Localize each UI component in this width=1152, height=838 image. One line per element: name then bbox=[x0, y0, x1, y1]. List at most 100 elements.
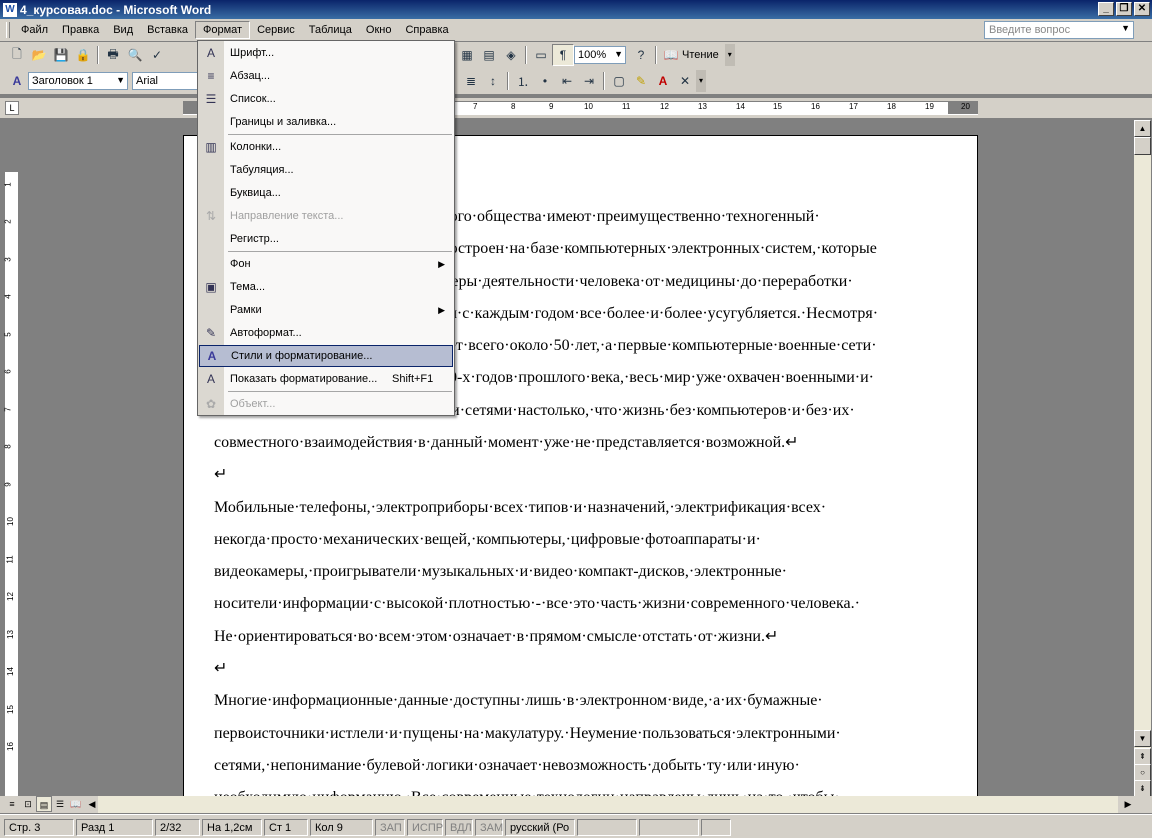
menu-item-borders[interactable]: Границы и заливка... bbox=[199, 111, 453, 133]
scroll-right-icon[interactable]: ▶ bbox=[1120, 796, 1136, 812]
status-rec[interactable]: ЗАП bbox=[375, 819, 405, 836]
browse-object-icon[interactable]: ○ bbox=[1134, 764, 1151, 781]
reading-button[interactable]: Чтение bbox=[682, 49, 719, 61]
insert-table-icon[interactable]: ▦ bbox=[456, 44, 478, 66]
menu-item-text-direction[interactable]: ⇅ Направление текста... bbox=[199, 205, 453, 227]
new-document-icon[interactable]: 🗋 bbox=[6, 44, 28, 66]
print-preview-icon[interactable]: 🔍 bbox=[124, 44, 146, 66]
menu-help[interactable]: Справка bbox=[398, 22, 455, 38]
save-icon[interactable]: 💾 bbox=[50, 44, 72, 66]
menu-format[interactable]: Формат bbox=[195, 21, 251, 39]
close-button[interactable]: ✕ bbox=[1134, 2, 1150, 16]
menu-item-change-case[interactable]: Регистр... bbox=[199, 228, 453, 250]
menu-item-list[interactable]: ☰ Список... bbox=[199, 88, 453, 110]
menu-item-columns[interactable]: ▥ Колонки... bbox=[199, 136, 453, 158]
permission-icon[interactable]: 🔒 bbox=[72, 44, 94, 66]
justify-icon[interactable]: ≣ bbox=[460, 70, 482, 92]
menu-item-object[interactable]: ✿ Объект... bbox=[199, 393, 453, 415]
help-icon[interactable]: ? bbox=[630, 44, 652, 66]
menu-item-styles-formatting[interactable]: A Стили и форматирование... bbox=[199, 345, 453, 367]
font-combo[interactable]: Arial bbox=[132, 72, 202, 90]
status-ext[interactable]: ВДЛ bbox=[445, 819, 473, 836]
web-view-icon[interactable]: ⊡ bbox=[20, 796, 36, 812]
ruler-number: 19 bbox=[925, 102, 934, 111]
vruler-number: 13 bbox=[5, 630, 15, 639]
outline-view-icon[interactable]: ☰ bbox=[52, 796, 68, 812]
previous-page-icon[interactable]: ⇞ bbox=[1134, 748, 1151, 765]
tab-selector[interactable]: L bbox=[5, 101, 19, 115]
vruler-number: 16 bbox=[5, 742, 15, 751]
style-combo[interactable]: Заголовок 1 ▼ bbox=[28, 72, 128, 90]
print-icon[interactable]: 🖶 bbox=[102, 44, 124, 66]
paragraph-icon: ≡ bbox=[207, 69, 215, 83]
styles-pane-icon[interactable]: A bbox=[6, 70, 28, 92]
vertical-scroll-thumb[interactable] bbox=[1134, 137, 1151, 155]
menu-item-reveal-formatting[interactable]: A Показать форматирование... Shift+F1 bbox=[199, 368, 453, 390]
document-map-icon[interactable]: ▭ bbox=[530, 44, 552, 66]
menu-item-frames[interactable]: Рамки ▶ bbox=[199, 299, 453, 321]
vertical-scrollbar[interactable]: ▲ ▼ ⇞ ○ ⇟ bbox=[1134, 120, 1151, 797]
menu-item-theme[interactable]: ▣ Тема... bbox=[199, 276, 453, 298]
reveal-format-icon: A bbox=[206, 372, 215, 386]
menu-item-label: Фон bbox=[230, 258, 251, 270]
menu-edit[interactable]: Правка bbox=[55, 22, 106, 38]
vruler-number: 7 bbox=[3, 407, 13, 412]
document-area[interactable]: ного·общества·имеют·преимущественно·техн… bbox=[20, 120, 1132, 796]
status-track[interactable]: ИСПР bbox=[407, 819, 443, 836]
bullets-icon[interactable]: • bbox=[534, 70, 556, 92]
menu-item-paragraph[interactable]: ≡ Абзац... bbox=[199, 65, 453, 87]
toolbar-options-icon[interactable]: ▾ bbox=[696, 70, 706, 92]
normal-view-icon[interactable]: ≡ bbox=[4, 796, 20, 812]
menu-item-autoformat[interactable]: ✎ Автоформат... bbox=[199, 322, 453, 344]
status-language[interactable]: русский (Ро bbox=[505, 819, 575, 836]
minimize-button[interactable]: _ bbox=[1098, 2, 1114, 16]
toolbar-options-icon[interactable]: ▾ bbox=[724, 44, 735, 66]
font-color-icon[interactable]: A bbox=[652, 70, 674, 92]
scroll-up-icon[interactable]: ▲ bbox=[1134, 120, 1151, 137]
zoom-combo[interactable]: 100% ▼ bbox=[574, 46, 626, 64]
menu-item-dropcap[interactable]: Буквица... bbox=[199, 182, 453, 204]
reading-icon[interactable]: 📖 bbox=[660, 44, 682, 66]
reading-view-icon[interactable]: 📖 bbox=[68, 796, 84, 812]
insert-excel-icon[interactable]: ▤ bbox=[478, 44, 500, 66]
window-title: 4_курсовая.doc - Microsoft Word bbox=[20, 2, 212, 17]
borders-icon[interactable]: ▢ bbox=[608, 70, 630, 92]
menu-file[interactable]: Файл bbox=[14, 22, 55, 38]
menubar-grip[interactable] bbox=[6, 22, 10, 38]
next-page-icon[interactable]: ⇟ bbox=[1134, 780, 1151, 797]
menu-item-tabs[interactable]: Табуляция... bbox=[199, 159, 453, 181]
menu-item-background[interactable]: Фон ▶ bbox=[199, 253, 453, 275]
show-hide-paragraph-icon[interactable]: ¶ bbox=[552, 44, 574, 66]
menu-view[interactable]: Вид bbox=[106, 22, 140, 38]
text-line: носители·информации·с·высокой·плотностью… bbox=[214, 595, 860, 613]
numbering-icon[interactable]: ⒈ bbox=[512, 70, 534, 92]
window-controls: _ ❐ ✕ bbox=[1098, 2, 1150, 16]
menu-insert[interactable]: Вставка bbox=[140, 22, 195, 38]
restore-button[interactable]: ❐ bbox=[1116, 2, 1132, 16]
increase-indent-icon[interactable]: ⇥ bbox=[578, 70, 600, 92]
word-app-icon[interactable]: W bbox=[3, 2, 17, 17]
line-spacing-icon[interactable]: ↕ bbox=[482, 70, 504, 92]
print-layout-icon[interactable]: ▤ bbox=[36, 796, 52, 812]
status-ovr[interactable]: ЗАМ bbox=[475, 819, 503, 836]
drawing-icon[interactable]: ◈ bbox=[500, 44, 522, 66]
vertical-ruler[interactable]: 1 2 3 4 5 6 7 8 9 10 11 12 13 14 15 16 bbox=[3, 120, 19, 796]
menu-bar: Файл Правка Вид Вставка Формат Сервис Та… bbox=[0, 19, 1152, 41]
open-icon[interactable]: 📂 bbox=[28, 44, 50, 66]
horizontal-scroll-track[interactable] bbox=[98, 796, 1118, 813]
font-value: Arial bbox=[136, 75, 159, 87]
chevron-down-icon[interactable]: ▼ bbox=[1121, 23, 1130, 33]
highlight-icon[interactable]: ✎ bbox=[630, 70, 652, 92]
chevron-down-icon[interactable]: ▼ bbox=[614, 49, 623, 59]
scroll-down-icon[interactable]: ▼ bbox=[1134, 730, 1151, 747]
menu-tools[interactable]: Сервис bbox=[250, 22, 302, 38]
chevron-down-icon[interactable]: ▼ bbox=[116, 75, 125, 85]
menu-item-font[interactable]: A Шрифт... bbox=[199, 42, 453, 64]
format-dropdown-menu: A Шрифт... ≡ Абзац... ☰ Список... Границы и… bbox=[197, 40, 455, 416]
subscript-icon[interactable]: ✕ bbox=[674, 70, 696, 92]
ask-question-box[interactable]: Введите вопрос ▼ bbox=[984, 21, 1134, 39]
menu-table[interactable]: Таблица bbox=[302, 22, 359, 38]
menu-window[interactable]: Окно bbox=[359, 22, 399, 38]
spelling-icon[interactable]: ✓ bbox=[146, 44, 168, 66]
decrease-indent-icon[interactable]: ⇤ bbox=[556, 70, 578, 92]
